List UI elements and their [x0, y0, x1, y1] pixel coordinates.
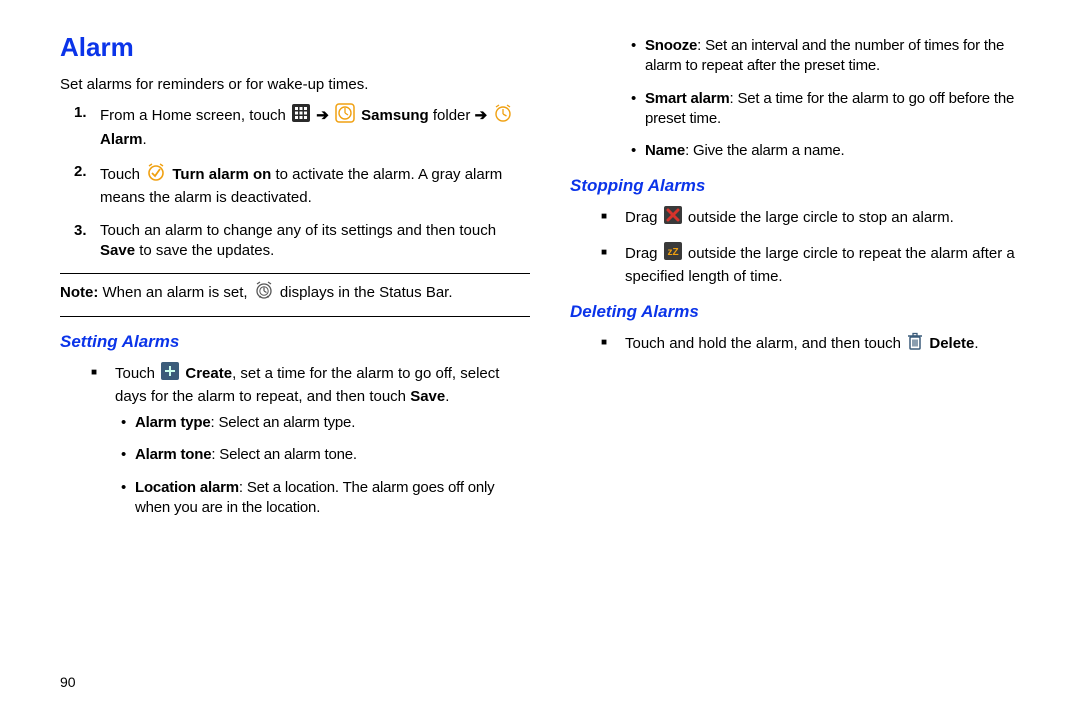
- stopping-b2: outside the large circle to repeat the a…: [625, 245, 1015, 284]
- note-b: displays in the Status Bar.: [280, 284, 453, 301]
- step-1-folder: folder: [433, 107, 475, 124]
- deleting-item: Touch and hold the alarm, and then touch…: [625, 332, 1040, 356]
- setting-save: Save: [410, 388, 445, 405]
- apps-grid-icon: [292, 104, 310, 128]
- deleting-list: Touch and hold the alarm, and then touch…: [570, 332, 1040, 356]
- page-number: 90: [60, 673, 76, 692]
- step-2-text-a: Touch: [100, 166, 144, 183]
- divider-bottom: [60, 316, 530, 317]
- stopping-b1: Drag: [625, 245, 662, 262]
- note-row: Note: When an alarm is set, displays in …: [60, 280, 530, 306]
- step-2: Touch Turn alarm on to activate the alar…: [100, 162, 530, 209]
- setting-alarms-heading: Setting Alarms: [60, 331, 530, 354]
- alarm-clock-icon: [493, 103, 513, 129]
- setting-a1: Touch: [115, 365, 159, 382]
- plus-icon: [161, 362, 179, 386]
- step-1: From a Home screen, touch ➔ Samsung fold…: [100, 103, 530, 150]
- step-3-text-c: to save the updates.: [135, 242, 274, 259]
- b2-label: Alarm tone: [135, 446, 211, 463]
- left-column: Alarm Set alarms for reminders or for wa…: [60, 30, 530, 530]
- setting-list: Touch Create, set a time for the alarm t…: [60, 362, 530, 518]
- step-3-text-a: Touch an alarm to change any of its sett…: [100, 222, 496, 239]
- stopping-stop: Drag outside the large circle to stop an…: [625, 206, 1040, 230]
- intro-text: Set alarms for reminders or for wake-up …: [60, 75, 530, 95]
- deleting-a1: Touch and hold the alarm, and then touch: [625, 335, 905, 352]
- note-label: Note:: [60, 284, 98, 301]
- stop-x-icon: [664, 206, 682, 230]
- deleting-a2: Delete: [929, 335, 974, 352]
- opt-smart-alarm: Smart alarm: Set a time for the alarm to…: [645, 89, 1040, 130]
- opt-alarm-type: Alarm type: Select an alarm type.: [135, 413, 530, 433]
- stopping-a1: Drag: [625, 209, 662, 226]
- setting-create: Touch Create, set a time for the alarm t…: [115, 362, 530, 518]
- step-1-samsung: Samsung: [361, 107, 429, 124]
- setting-create-label: Create: [185, 365, 232, 382]
- b4-text: : Set an interval and the number of time…: [645, 37, 1004, 74]
- deleting-a3: .: [974, 335, 978, 352]
- alarm-toggle-icon: [146, 162, 166, 188]
- stopping-a2: outside the large circle to stop an alar…: [688, 209, 954, 226]
- step-1-text-a: From a Home screen, touch: [100, 107, 290, 124]
- stopping-repeat: Drag zZ outside the large circle to repe…: [625, 242, 1040, 287]
- alarm-heading: Alarm: [60, 30, 530, 65]
- note-a: When an alarm is set,: [103, 284, 252, 301]
- divider-top: [60, 273, 530, 274]
- step-1-alarm: Alarm: [100, 131, 143, 148]
- stopping-list: Drag outside the large circle to stop an…: [570, 206, 1040, 287]
- setting-a5: .: [445, 388, 449, 405]
- step-2-turn-on: Turn alarm on: [172, 166, 271, 183]
- opt-snooze: Snooze: Set an interval and the number o…: [645, 36, 1040, 77]
- arrow-1: ➔: [316, 107, 333, 124]
- b2-text: : Select an alarm tone.: [211, 446, 356, 463]
- statusbar-alarm-icon: [254, 280, 274, 306]
- snooze-zz-icon: zZ: [664, 242, 682, 266]
- opt-name: Name: Give the alarm a name.: [645, 141, 1040, 161]
- opt-location-alarm: Location alarm: Set a location. The alar…: [135, 478, 530, 519]
- b6-text: : Give the alarm a name.: [685, 142, 844, 159]
- b6-label: Name: [645, 142, 685, 159]
- opt-alarm-tone: Alarm tone: Select an alarm tone.: [135, 445, 530, 465]
- stopping-alarms-heading: Stopping Alarms: [570, 175, 1040, 198]
- arrow-2: ➔: [475, 107, 492, 124]
- b5-label: Smart alarm: [645, 90, 730, 107]
- b4-label: Snooze: [645, 37, 697, 54]
- b3-label: Location alarm: [135, 479, 239, 496]
- right-column: Snooze: Set an interval and the number o…: [570, 30, 1040, 530]
- setting-sublist: Alarm type: Select an alarm type. Alarm …: [115, 413, 530, 518]
- b1-label: Alarm type: [135, 414, 211, 431]
- svg-text:zZ: zZ: [667, 247, 678, 258]
- numbered-steps: From a Home screen, touch ➔ Samsung fold…: [60, 103, 530, 261]
- b1-text: : Select an alarm type.: [211, 414, 356, 431]
- setting-sublist-cont: Snooze: Set an interval and the number o…: [570, 36, 1040, 161]
- step-3-save: Save: [100, 242, 135, 259]
- deleting-alarms-heading: Deleting Alarms: [570, 301, 1040, 324]
- step-3: Touch an alarm to change any of its sett…: [100, 221, 530, 262]
- step-1-dot: .: [143, 131, 147, 148]
- trash-icon: [907, 332, 923, 356]
- samsung-folder-icon: [335, 103, 355, 129]
